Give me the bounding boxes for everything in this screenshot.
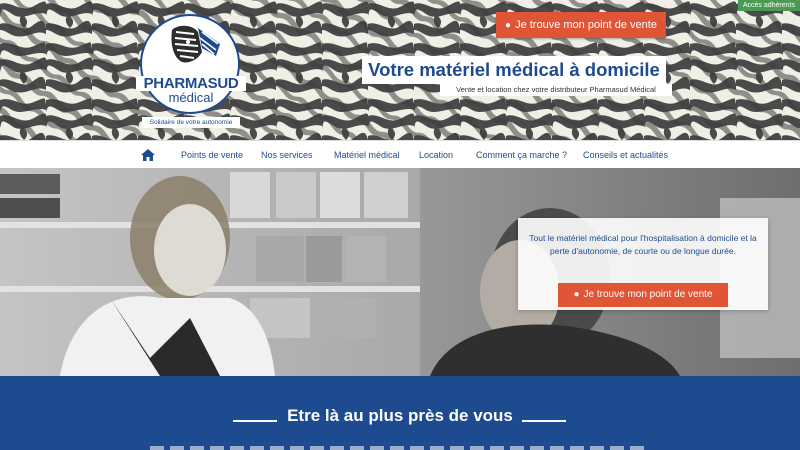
hero-text: Tout le matériel médical pour l'hospital… (529, 233, 757, 256)
hero-banner: Tout le matériel médical pour l'hospital… (0, 168, 800, 376)
home-icon[interactable] (141, 149, 155, 161)
page-title: Votre matériel médical à domicile (368, 59, 660, 80)
nav-item-location[interactable]: Location (419, 141, 453, 169)
page-subtitle: Vente et location chez votre distributeu… (456, 85, 656, 94)
section-text-cutoff (150, 446, 650, 450)
intro-section: Etre là au plus près de vous (0, 376, 800, 450)
logo-tagline: Solidaire de votre autonomie (142, 117, 240, 128)
site-header: Accès adhérents PHARMASUD médical Solida… (0, 0, 800, 140)
nav-item-nos-services[interactable]: Nos services (261, 141, 313, 169)
map-pin-icon: ● (505, 20, 512, 31)
nav-item-materiel-medical[interactable]: Matériel médical (334, 141, 400, 169)
find-store-button-top[interactable]: ● Je trouve mon point de vente (496, 12, 666, 38)
logo-sub: médical (168, 90, 214, 105)
members-access-link[interactable]: Accès adhérents (737, 0, 800, 11)
map-pin-icon: ● (573, 289, 580, 300)
nav-item-conseils-actualites[interactable]: Conseils et actualités (583, 141, 668, 169)
logo-name: PHARMASUD (136, 76, 246, 91)
find-store-button-label: Je trouve mon point de vente (515, 19, 657, 31)
find-store-button-hero[interactable]: ● Je trouve mon point de vente (558, 283, 728, 307)
section-title: Etre là au plus près de vous (287, 406, 513, 425)
find-store-button-label: Je trouve mon point de vente (583, 289, 713, 300)
nav-item-comment-ca-marche[interactable]: Comment ça marche ? (476, 141, 567, 169)
main-nav: Points de vente Nos services Matériel mé… (0, 140, 800, 168)
title-box: Votre matériel médical à domicile (362, 56, 666, 84)
zebra-logo-icon (171, 25, 220, 63)
title-decoration-right (522, 420, 566, 422)
site-logo[interactable]: PHARMASUD médical Solidaire de votre aut… (136, 14, 246, 132)
subtitle-box: Vente et location chez votre distributeu… (440, 84, 672, 96)
nav-item-points-de-vente[interactable]: Points de vente (181, 141, 243, 169)
hero-card: Tout le matériel médical pour l'hospital… (518, 218, 768, 310)
